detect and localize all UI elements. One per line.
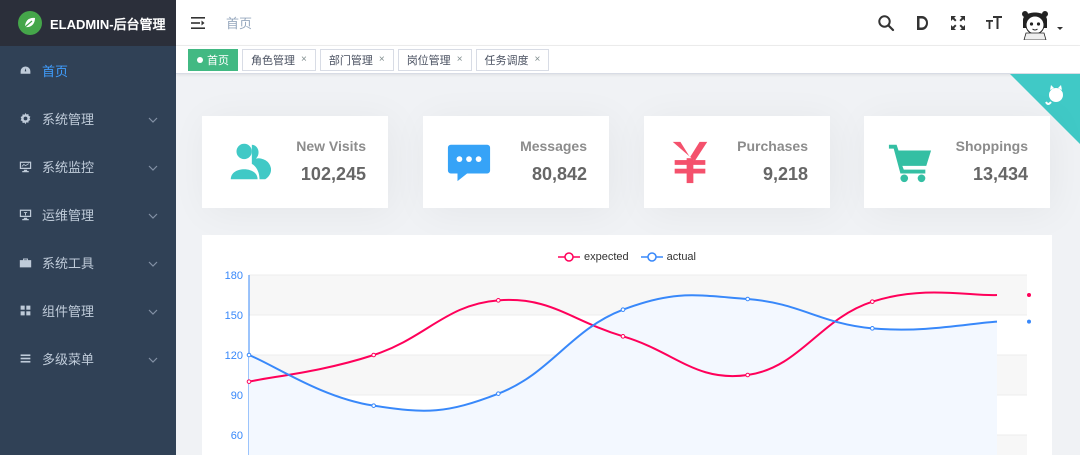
panel-value: 9,218 bbox=[762, 164, 808, 184]
font-size-icon[interactable] bbox=[984, 13, 1004, 33]
tag-label: 任务调度 bbox=[484, 54, 529, 67]
tag-role[interactable]: 角色管理 × bbox=[242, 48, 316, 71]
tag-job[interactable]: 岗位管理 × bbox=[397, 48, 472, 71]
sidebar-item-label: 首页 bbox=[42, 63, 69, 79]
sidebar-item-tools[interactable]: 系统工具 bbox=[0, 238, 176, 286]
sidebar-item-label: 多级菜单 bbox=[42, 351, 95, 367]
tag-dept[interactable]: 部门管理 × bbox=[319, 48, 394, 71]
chart-plot: 180 150 120 90 60 bbox=[225, 270, 1031, 455]
fullscreen-icon[interactable] bbox=[948, 13, 968, 33]
data-point-actual bbox=[870, 326, 875, 331]
panel-value: 13,434 bbox=[972, 164, 1028, 184]
data-point-expected bbox=[246, 379, 252, 384]
sidebar-item-multimenu[interactable]: 多级菜单 bbox=[0, 334, 176, 382]
data-point-expected bbox=[745, 372, 750, 378]
data-point-actual bbox=[745, 296, 750, 302]
panel-purchases[interactable]: Purchases 9,218 bbox=[644, 116, 830, 208]
panel-title: Purchases bbox=[737, 138, 808, 154]
close-icon[interactable]: × bbox=[379, 54, 385, 65]
tags-view: 首页 角色管理 × 部门管理 × 岗位管理 × 任务调度 × bbox=[176, 46, 1080, 74]
data-point-actual bbox=[620, 307, 626, 312]
panel-shoppings[interactable]: Shoppings 13,434 bbox=[864, 116, 1050, 208]
sidebar-item-label: 系统管理 bbox=[42, 111, 95, 127]
chevron-down-icon bbox=[148, 209, 158, 219]
cart-icon bbox=[886, 138, 934, 186]
panel-title: New Visits bbox=[296, 138, 366, 154]
tag-label: 部门管理 bbox=[328, 54, 373, 67]
data-point-actual bbox=[246, 352, 252, 358]
monitor-icon bbox=[18, 159, 32, 173]
gear-icon bbox=[18, 111, 32, 125]
data-point-actual bbox=[496, 391, 501, 396]
data-point-expected bbox=[371, 352, 376, 358]
panel-value: 80,842 bbox=[531, 164, 587, 184]
active-dot-icon bbox=[197, 56, 203, 63]
sidebar-item-label: 组件管理 bbox=[42, 303, 95, 319]
people-icon bbox=[224, 138, 272, 186]
logo[interactable]: ELADMIN-后台管理 bbox=[0, 0, 176, 46]
hamburger-icon[interactable] bbox=[190, 15, 206, 31]
end-point-actual bbox=[1027, 319, 1031, 324]
panel-messages[interactable]: Messages 80,842 bbox=[423, 116, 609, 208]
sidebar-item-components[interactable]: 组件管理 bbox=[0, 286, 176, 334]
toolbox-icon bbox=[18, 255, 32, 269]
message-icon bbox=[445, 138, 493, 186]
breadcrumb: 首页 bbox=[226, 16, 253, 31]
ops-monitor-icon bbox=[18, 207, 32, 221]
tag-label: 角色管理 bbox=[251, 54, 295, 67]
brand-title: ELADMIN-后台管理 bbox=[50, 16, 166, 32]
dashboard-icon bbox=[18, 63, 32, 77]
sidebar-item-system[interactable]: 系统管理 bbox=[0, 94, 176, 142]
doc-icon[interactable] bbox=[912, 13, 932, 33]
chevron-down-icon bbox=[148, 353, 158, 363]
top-navbar: 首页 bbox=[176, 0, 1080, 46]
close-icon[interactable]: × bbox=[535, 54, 541, 65]
chevron-down-icon bbox=[148, 113, 158, 123]
sidebar-item-home[interactable]: 首页 bbox=[0, 46, 176, 94]
panel-title: Shoppings bbox=[955, 138, 1028, 154]
data-point-expected bbox=[870, 299, 875, 304]
panel-title: Messages bbox=[520, 138, 587, 154]
leaf-logo-icon bbox=[18, 11, 42, 35]
tag-label: 首页 bbox=[207, 54, 229, 67]
avatar[interactable] bbox=[1018, 6, 1052, 40]
yen-icon bbox=[666, 138, 714, 186]
list-icon bbox=[18, 351, 32, 365]
search-icon[interactable] bbox=[876, 13, 896, 33]
chevron-down-icon bbox=[148, 305, 158, 315]
end-point-expected bbox=[1027, 293, 1031, 297]
data-point-expected bbox=[496, 298, 501, 303]
chevron-down-icon bbox=[148, 161, 158, 171]
tag-schedule[interactable]: 任务调度 × bbox=[475, 48, 550, 71]
grid-icon bbox=[18, 303, 32, 317]
sidebar-item-ops[interactable]: 运维管理 bbox=[0, 190, 176, 238]
data-point-expected bbox=[620, 334, 626, 339]
panel-new-visits[interactable]: New Visits 102,245 bbox=[202, 116, 388, 208]
y-tick-label: 180 bbox=[225, 270, 243, 282]
sidebar: ELADMIN-后台管理 首页 系统管理 系统监控 运维管理 系统工具 组件管理… bbox=[0, 0, 176, 455]
panel-value: 102,245 bbox=[300, 164, 366, 184]
chevron-down-icon bbox=[148, 257, 158, 267]
sidebar-item-monitor[interactable]: 系统监控 bbox=[0, 142, 176, 190]
y-tick-label: 120 bbox=[225, 350, 243, 362]
tag-home[interactable]: 首页 bbox=[188, 48, 238, 71]
y-tick-label: 150 bbox=[225, 310, 243, 322]
y-tick-label: 60 bbox=[231, 430, 243, 442]
sidebar-item-label: 运维管理 bbox=[42, 207, 95, 223]
y-tick-label: 90 bbox=[231, 390, 243, 402]
line-chart: expected actual 180 150 120 90 60 bbox=[202, 235, 1052, 455]
caret-down-icon[interactable] bbox=[1056, 19, 1064, 30]
close-icon[interactable]: × bbox=[301, 54, 307, 65]
tag-label: 岗位管理 bbox=[406, 54, 451, 67]
sidebar-item-label: 系统监控 bbox=[42, 159, 95, 175]
sidebar-item-label: 系统工具 bbox=[42, 255, 95, 271]
close-icon[interactable]: × bbox=[457, 54, 463, 65]
data-point-actual bbox=[371, 403, 376, 408]
